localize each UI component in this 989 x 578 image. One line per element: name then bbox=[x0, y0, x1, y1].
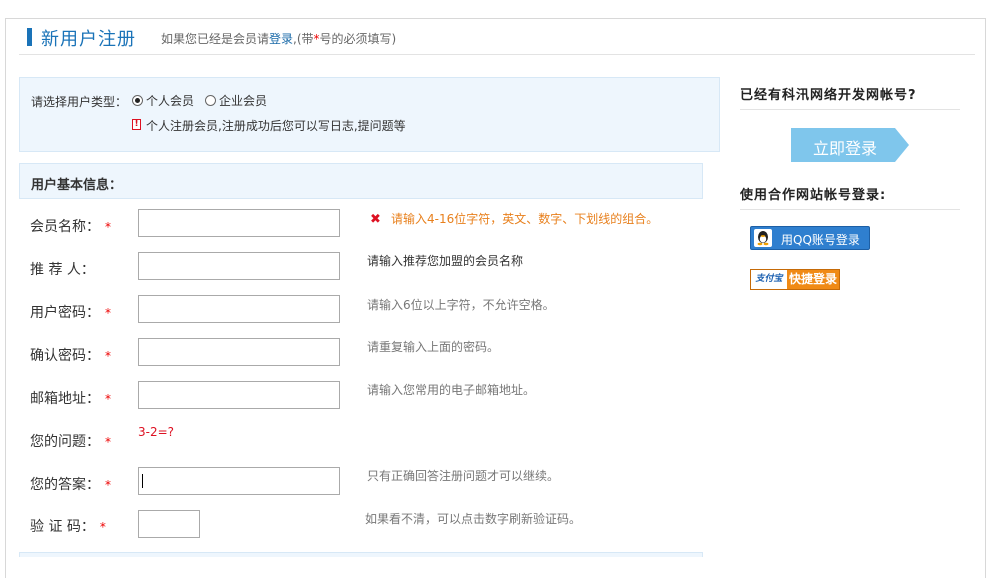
confirm-password-label: 确认密码： * bbox=[30, 345, 111, 365]
row-answer: 您的答案： * 只有正确回答注册问题才可以继续。 bbox=[30, 467, 710, 497]
login-now-label: 立即登录 bbox=[812, 139, 877, 158]
required-star: * bbox=[105, 349, 111, 363]
existing-account-title: 已经有科汛网络开发网帐号? bbox=[740, 88, 917, 103]
text-caret bbox=[142, 474, 143, 488]
password-input[interactable] bbox=[138, 295, 340, 323]
alipay-logo: 支付宝 bbox=[751, 270, 787, 289]
required-star: * bbox=[105, 306, 111, 320]
question-label-text: 您的问题： bbox=[30, 434, 100, 450]
answer-input[interactable] bbox=[138, 467, 340, 495]
title-note-prefix: 如果您已经是会员请 bbox=[161, 32, 270, 46]
error-x-icon: ✖ bbox=[370, 212, 381, 227]
login-link[interactable]: 登录 bbox=[269, 32, 293, 46]
required-star: * bbox=[105, 478, 111, 492]
partner-login-title: 使用合作网站帐号登录: bbox=[740, 188, 887, 203]
captcha-hint: 如果看不清，可以点击数字刷新验证码。 bbox=[365, 512, 582, 526]
row-member-name: 会员名称： * ✖ 请输入4-16位字符，英文、数字、下划线的组合。 bbox=[30, 209, 710, 239]
title-note: 如果您已经是会员请登录,(带*号的必须填写) bbox=[161, 30, 396, 47]
page-title: 新用户注册 bbox=[41, 29, 136, 50]
user-type-note: 个人注册会员,注册成功后您可以写日志,提问题等 bbox=[146, 119, 406, 133]
sidebar-divider bbox=[740, 209, 960, 210]
member-name-label-text: 会员名称： bbox=[30, 219, 100, 235]
radio-personal-indicator[interactable] bbox=[132, 95, 143, 106]
password-label-text: 用户密码： bbox=[30, 305, 100, 321]
required-star: * bbox=[105, 392, 111, 406]
title-note-mid: ,(带 bbox=[293, 32, 314, 46]
radio-enterprise-label: 企业会员 bbox=[219, 94, 268, 108]
required-star: * bbox=[105, 220, 111, 234]
member-name-input[interactable] bbox=[138, 209, 340, 237]
referrer-input[interactable] bbox=[138, 252, 340, 280]
qq-penguin-icon bbox=[754, 229, 772, 247]
row-confirm-password: 确认密码： * 请重复输入上面的密码。 bbox=[30, 338, 710, 368]
email-label: 邮箱地址： * bbox=[30, 388, 111, 408]
confirm-password-hint: 请重复输入上面的密码。 bbox=[367, 340, 500, 354]
qq-login-button[interactable]: 用QQ账号登录 bbox=[750, 226, 870, 250]
required-star: * bbox=[105, 435, 111, 449]
captcha-label-text: 验 证 码： bbox=[30, 519, 95, 535]
qq-login-label: 用QQ账号登录 bbox=[781, 233, 860, 247]
row-question: 您的问题： * 3-2=? bbox=[30, 425, 710, 455]
answer-label: 您的答案： * bbox=[30, 474, 111, 494]
referrer-hint: 请输入推荐您加盟的会员名称 bbox=[367, 254, 524, 268]
header-divider bbox=[19, 54, 975, 55]
title-note-suffix: 号的必须填写) bbox=[319, 32, 397, 46]
radio-personal-member[interactable]: 个人会员 bbox=[132, 92, 194, 109]
radio-personal-label: 个人会员 bbox=[146, 94, 195, 108]
question-label: 您的问题： * bbox=[30, 431, 111, 451]
login-now-button[interactable]: 立即登录 bbox=[791, 128, 909, 162]
captcha-input[interactable] bbox=[138, 510, 200, 538]
answer-label-text: 您的答案： bbox=[30, 477, 100, 493]
required-star: * bbox=[99, 520, 106, 534]
email-hint: 请输入您常用的电子邮箱地址。 bbox=[367, 383, 536, 397]
basic-info-title: 用户基本信息： bbox=[31, 178, 123, 193]
row-captcha: 验 证 码： * 如果看不清，可以点击数字刷新验证码。 bbox=[30, 510, 710, 540]
email-input[interactable] bbox=[138, 381, 340, 409]
sidebar-divider bbox=[740, 109, 960, 110]
answer-hint: 只有正确回答注册问题才可以继续。 bbox=[367, 469, 560, 483]
user-type-label: 请选择用户类型： bbox=[31, 95, 128, 109]
member-name-label: 会员名称： * bbox=[30, 216, 111, 236]
user-type-panel: 请选择用户类型： 个人会员 企业会员 ! 个人注册会员,注册成功后您可以写日志,… bbox=[19, 77, 720, 152]
next-section-header bbox=[19, 552, 703, 557]
basic-info-header: 用户基本信息： bbox=[19, 163, 703, 199]
member-name-hint: 请输入4-16位字符，英文、数字、下划线的组合。 bbox=[391, 212, 659, 226]
email-label-text: 邮箱地址： bbox=[30, 391, 100, 407]
row-referrer: 推 荐 人： 请输入推荐您加盟的会员名称 bbox=[30, 252, 710, 282]
question-text: 3-2=? bbox=[138, 425, 175, 439]
referrer-label: 推 荐 人： bbox=[30, 262, 95, 278]
warning-icon: ! bbox=[132, 119, 141, 130]
confirm-password-input[interactable] bbox=[138, 338, 340, 366]
alipay-login-button[interactable]: 支付宝 快捷登录 bbox=[750, 269, 840, 290]
alipay-login-label: 快捷登录 bbox=[787, 270, 839, 289]
row-password: 用户密码： * 请输入6位以上字符，不允许空格。 bbox=[30, 295, 710, 325]
captcha-label: 验 证 码： * bbox=[30, 516, 106, 536]
radio-enterprise-indicator[interactable] bbox=[205, 95, 216, 106]
confirm-password-label-text: 确认密码： bbox=[30, 348, 100, 364]
password-hint: 请输入6位以上字符，不允许空格。 bbox=[367, 298, 555, 312]
radio-enterprise-member[interactable]: 企业会员 bbox=[205, 92, 267, 109]
title-accent-bar bbox=[27, 28, 32, 46]
password-label: 用户密码： * bbox=[30, 302, 111, 322]
row-email: 邮箱地址： * 请输入您常用的电子邮箱地址。 bbox=[30, 381, 710, 411]
